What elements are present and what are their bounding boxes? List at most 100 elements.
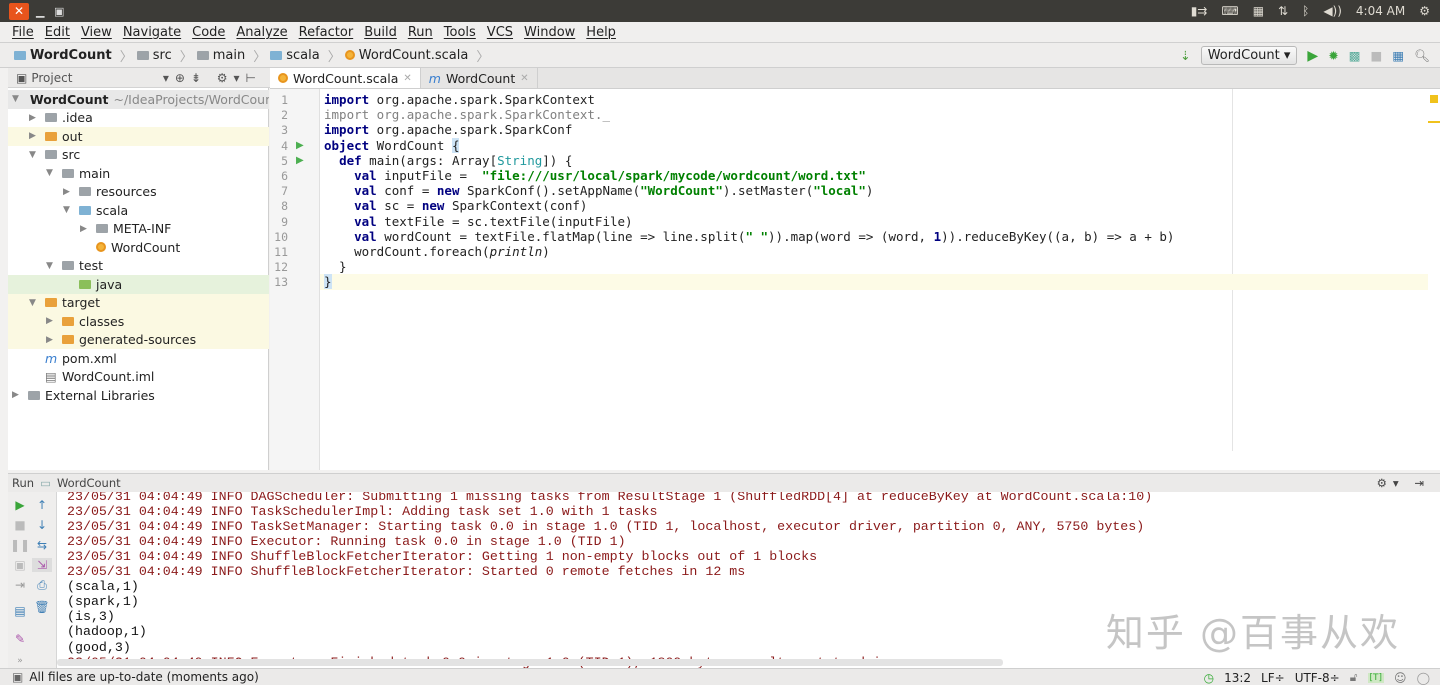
- stop-icon[interactable]: ■: [1371, 48, 1383, 63]
- tree-item[interactable]: ▶ META-INF: [8, 220, 269, 239]
- type-icon[interactable]: [T]: [1367, 672, 1385, 683]
- tree-item[interactable]: ▼ main: [8, 164, 269, 183]
- exit-icon[interactable]: ⇥: [10, 578, 30, 592]
- inspector-icon[interactable]: ☺: [1394, 671, 1407, 685]
- pause-icon[interactable]: ❚❚: [10, 538, 30, 552]
- editor-scrollbar[interactable]: [1428, 89, 1440, 470]
- search-icon[interactable]: 🔍︎: [1414, 48, 1430, 64]
- close-window-button[interactable]: ✕: [9, 3, 29, 20]
- layout-icon[interactable]: ▤: [10, 604, 30, 618]
- memory-indicator-icon[interactable]: ◷: [1204, 671, 1214, 685]
- expanded-arrow-icon[interactable]: ▼: [46, 261, 56, 271]
- expanded-arrow-icon[interactable]: ▼: [63, 205, 73, 215]
- breadcrumb-item-file[interactable]: WordCount.scala: [344, 48, 468, 63]
- expanded-arrow-icon[interactable]: ▼: [12, 94, 19, 104]
- menu-vcs[interactable]: VCS: [487, 25, 513, 40]
- soft-wrap-icon[interactable]: ⇆: [32, 538, 52, 552]
- run-panel-settings-icon[interactable]: ⚙▾ ⇥: [1377, 476, 1430, 490]
- tree-item[interactable]: ▶ generated-sources: [8, 330, 269, 349]
- keyboard-icon[interactable]: ⌨: [1221, 4, 1238, 18]
- breadcrumb-item-main[interactable]: main: [196, 48, 245, 63]
- scroll-up-icon[interactable]: ↑: [32, 498, 52, 512]
- tree-item[interactable]: WordCount: [8, 238, 269, 257]
- tree-item[interactable]: ▼ test: [8, 257, 269, 276]
- collapsed-arrow-icon[interactable]: ▶: [12, 390, 22, 400]
- expanded-arrow-icon[interactable]: ▼: [46, 168, 56, 178]
- tree-item[interactable]: ▶ resources: [8, 183, 269, 202]
- menu-edit[interactable]: Edit: [45, 25, 70, 40]
- tree-item[interactable]: ▶ classes: [8, 312, 269, 331]
- menu-file[interactable]: File: [12, 25, 34, 40]
- project-view-select[interactable]: Project: [31, 71, 72, 85]
- tree-item[interactable]: ▼ scala: [8, 201, 269, 220]
- tree-item[interactable]: m pom.xml: [8, 349, 269, 368]
- sort-icon[interactable]: ⇣: [1180, 48, 1190, 63]
- settings-gear-icon[interactable]: ⚙: [1419, 4, 1430, 18]
- menu-refactor[interactable]: Refactor: [299, 25, 354, 40]
- tab-wordcount-pom[interactable]: m WordCount ✕: [421, 68, 538, 88]
- line-separator-select[interactable]: LF÷: [1261, 671, 1285, 685]
- menu-view[interactable]: View: [81, 25, 112, 40]
- coverage-icon[interactable]: ▩: [1349, 48, 1361, 63]
- project-structure-icon[interactable]: ▦: [1392, 48, 1404, 63]
- tree-item[interactable]: ▼ src: [8, 146, 269, 165]
- network-icon[interactable]: ▮⇉: [1191, 4, 1208, 18]
- print-icon[interactable]: ⎙: [32, 578, 52, 593]
- tree-item[interactable]: ▼ WordCount ~/IdeaProjects/WordCount: [8, 90, 269, 109]
- tree-item[interactable]: ▤ WordCount.iml: [8, 368, 269, 387]
- collapsed-arrow-icon[interactable]: ▶: [80, 224, 90, 234]
- menu-build[interactable]: Build: [364, 25, 397, 40]
- expanded-arrow-icon[interactable]: ▼: [29, 298, 39, 308]
- rerun-icon[interactable]: ▶: [10, 498, 30, 512]
- collapsed-arrow-icon[interactable]: ▶: [46, 316, 56, 326]
- menu-code[interactable]: Code: [192, 25, 225, 40]
- menu-help[interactable]: Help: [586, 25, 616, 40]
- pin-icon[interactable]: ✎: [10, 632, 30, 646]
- collapsed-arrow-icon[interactable]: ▶: [63, 187, 73, 197]
- warning-marker-icon[interactable]: [1430, 95, 1438, 103]
- expanded-arrow-icon[interactable]: ▼: [29, 150, 39, 160]
- tree-item[interactable]: ▶ .idea: [8, 109, 269, 128]
- calendar-icon[interactable]: ▦: [1253, 4, 1264, 18]
- breadcrumb-item-scala[interactable]: scala: [270, 48, 320, 63]
- close-tab-icon[interactable]: ✕: [403, 73, 411, 84]
- breadcrumb-item-src[interactable]: src: [136, 48, 172, 63]
- caret-position[interactable]: 13:2: [1224, 671, 1251, 685]
- code-editor[interactable]: 1 2 3 4 ▶ 5 ▶ 6 7 8 9 10 11 12 13 import org.apache.sp…: [270, 89, 1440, 470]
- minimize-window-button[interactable]: ▁: [36, 5, 44, 18]
- bluetooth-icon[interactable]: ᛒ: [1302, 4, 1309, 18]
- gutter-run-icon[interactable]: ▶: [296, 140, 304, 151]
- stop-icon[interactable]: ■: [10, 518, 30, 532]
- menu-run[interactable]: Run: [408, 25, 433, 40]
- dump-threads-icon[interactable]: ▣: [10, 558, 30, 572]
- menu-analyze[interactable]: Analyze: [236, 25, 287, 40]
- run-config-select[interactable]: WordCount ▾: [1200, 46, 1298, 65]
- tab-wordcount-scala[interactable]: WordCount.scala ✕: [270, 68, 421, 88]
- menu-window[interactable]: Window: [524, 25, 575, 40]
- run-tab-label[interactable]: WordCount: [57, 476, 121, 490]
- event-log-icon[interactable]: ◯: [1417, 671, 1430, 685]
- volume-icon[interactable]: ◀)): [1323, 4, 1342, 18]
- console-horizontal-scrollbar[interactable]: [57, 659, 1003, 666]
- debug-icon[interactable]: ✹: [1328, 48, 1338, 63]
- encoding-select[interactable]: UTF-8÷: [1295, 671, 1340, 685]
- scroll-to-end-icon[interactable]: ⇲: [32, 558, 52, 572]
- collapsed-arrow-icon[interactable]: ▶: [29, 131, 39, 141]
- breadcrumb-item-project[interactable]: WordCount: [14, 48, 112, 63]
- maximize-window-button[interactable]: ▣: [54, 5, 64, 18]
- menu-tools[interactable]: Tools: [444, 25, 476, 40]
- more-icon[interactable]: »: [10, 656, 30, 666]
- tool-windows-icon[interactable]: ▣: [12, 670, 23, 684]
- tree-item[interactable]: ▶ out: [8, 127, 269, 146]
- tree-item[interactable]: ▶ External Libraries: [8, 386, 269, 405]
- collapsed-arrow-icon[interactable]: ▶: [46, 335, 56, 345]
- scroll-down-icon[interactable]: ↓: [32, 518, 52, 532]
- transfer-icon[interactable]: ⇅: [1278, 4, 1288, 18]
- clock[interactable]: 4:04 AM: [1356, 4, 1405, 18]
- lock-icon[interactable]: 🔓︎: [1350, 670, 1358, 685]
- tree-item[interactable]: java: [8, 275, 269, 294]
- menu-navigate[interactable]: Navigate: [123, 25, 181, 40]
- clear-all-icon[interactable]: 🗑︎: [32, 600, 52, 614]
- close-tab-icon[interactable]: ✕: [520, 73, 528, 84]
- tree-item[interactable]: ▼ target: [8, 293, 269, 312]
